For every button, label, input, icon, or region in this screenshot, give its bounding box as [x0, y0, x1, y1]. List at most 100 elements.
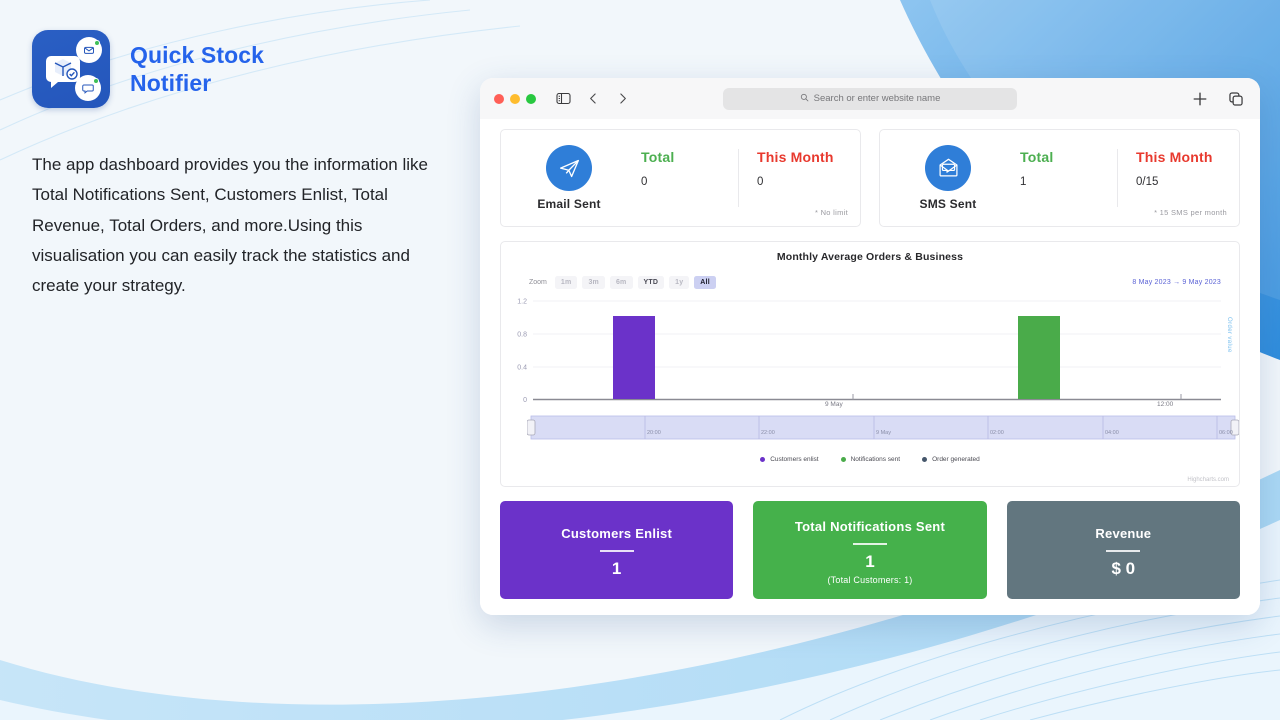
legend-dot-icon — [840, 457, 846, 462]
legend-item-order-generated[interactable]: Order generated — [922, 456, 980, 463]
copy-tabs-icon[interactable] — [1226, 89, 1246, 109]
zoom-button-1m[interactable]: 1m — [554, 276, 578, 289]
email-card-note: * No limit — [814, 208, 848, 217]
legend-dot-icon — [922, 457, 928, 462]
channel-stats-row: Email Sent Total 0 This Month 0 * No lim… — [500, 129, 1240, 227]
total-notifications-sent-card: Total Notifications Sent 1 (Total Custom… — [753, 501, 987, 599]
chevron-right-icon[interactable] — [613, 89, 631, 109]
chevron-left-icon[interactable] — [584, 89, 602, 109]
sms-total-label: Total — [1020, 149, 1054, 165]
legend-label: Order generated — [932, 456, 980, 463]
browser-titlebar: Search or enter website name — [480, 78, 1260, 119]
revenue-card: Revenue $ 0 — [1006, 501, 1240, 599]
sms-card-note: * 15 SMS per month — [1154, 208, 1227, 217]
email-card-label: Email Sent — [537, 197, 601, 211]
browser-window: Search or enter website name Email Sent … — [480, 78, 1260, 615]
legend-item-notifications-sent[interactable]: Notifications sent — [840, 456, 901, 463]
sms-card-values: Total 1 This Month 0/15 — [1002, 149, 1233, 207]
sms-total-value: 1 — [1020, 176, 1027, 188]
sms-month-value: 0/15 — [1136, 176, 1159, 188]
address-bar[interactable]: Search or enter website name — [723, 87, 1017, 110]
chart-navigator[interactable]: 20:00 22:00 9 May 02:00 04:00 06:00 — [526, 413, 1240, 443]
chart-date-range[interactable]: 8 May 2023 → 9 May 2023 — [1132, 279, 1221, 286]
dashboard-viewport: Email Sent Total 0 This Month 0 * No lim… — [480, 119, 1260, 615]
email-month-label: This Month — [757, 149, 834, 165]
brand: Quick Stock Notifier — [32, 30, 432, 108]
chart-y-axis-title: Order value — [1226, 317, 1232, 353]
search-icon — [800, 93, 809, 105]
legend-label: Notifications sent — [850, 456, 901, 463]
zoom-button-3m[interactable]: 3m — [582, 276, 605, 289]
navigator-tick-5: 06:00 — [1219, 430, 1233, 436]
summary-metrics-row: Customers Enlist 1 Total Notifications S… — [500, 501, 1240, 599]
svg-text:0.8: 0.8 — [517, 332, 527, 339]
zoom-button-all[interactable]: All — [694, 276, 716, 289]
maximize-window-button[interactable] — [526, 93, 536, 104]
sms-total-col: Total 1 — [1002, 149, 1117, 207]
email-month-col: This Month 0 — [738, 149, 854, 207]
zoom-button-6m[interactable]: 6m — [609, 276, 633, 289]
sms-bubble-icon — [75, 75, 101, 101]
chart-x-tick-1: 12:00 — [1157, 401, 1174, 408]
chart-x-tick-0: 9 May — [825, 401, 843, 408]
sms-month-label: This Month — [1136, 149, 1213, 165]
status-dot — [94, 40, 100, 46]
navigator-tick-1: 22:00 — [761, 430, 775, 436]
app-logo — [32, 30, 110, 108]
navigator-tick-4: 04:00 — [1105, 430, 1119, 436]
email-sent-card: Email Sent Total 0 This Month 0 * No lim… — [500, 129, 861, 227]
bar-notifications-sent — [1018, 316, 1060, 399]
total-notifications-value: 1 — [865, 552, 875, 571]
window-controls[interactable] — [494, 93, 536, 104]
envelope-message-icon — [925, 145, 971, 191]
divider — [1106, 549, 1141, 552]
brand-title-line2: Notifier — [130, 70, 212, 96]
orders-business-chart: Monthly Average Orders & Business Zoom 1… — [500, 241, 1240, 487]
titlebar-actions — [1190, 89, 1246, 109]
navigator-svg[interactable] — [526, 413, 1240, 443]
chart-plot-svg: 1.2 0.8 0.4 0 — [517, 299, 1221, 403]
brand-title: Quick Stock Notifier — [130, 41, 264, 97]
zoom-label: Zoom — [529, 279, 547, 286]
legend-label: Customers enlist — [770, 456, 819, 463]
navigator-tick-0: 20:00 — [647, 430, 661, 436]
zoom-button-1y[interactable]: 1y — [669, 276, 690, 289]
chart-range-selector: Zoom 1m 3m 6m YTD 1y All 8 May 2023 → 9 … — [509, 276, 1231, 289]
total-notifications-title: Total Notifications Sent — [794, 519, 946, 534]
email-total-value: 0 — [641, 176, 648, 188]
sidebar-toggle-icon[interactable] — [553, 89, 573, 109]
customers-enlist-card: Customers Enlist 1 — [500, 501, 734, 599]
email-card-values: Total 0 This Month 0 — [623, 149, 854, 207]
chart-credits[interactable]: Highcharts.com — [1187, 477, 1229, 483]
sms-card-identity: SMS Sent — [894, 145, 1002, 211]
revenue-title: Revenue — [1095, 525, 1152, 541]
email-total-col: Total 0 — [623, 149, 738, 207]
customers-enlist-value: 1 — [611, 558, 622, 578]
navigator-tick-3: 02:00 — [990, 430, 1004, 436]
revenue-value: $ 0 — [1111, 558, 1136, 578]
sms-month-col: This Month 0/15 — [1117, 149, 1233, 207]
email-bubble-icon — [76, 37, 102, 63]
intro-paragraph: The app dashboard provides you the infor… — [32, 155, 428, 295]
svg-text:0: 0 — [523, 397, 527, 403]
sms-card-label: SMS Sent — [919, 197, 977, 211]
total-notifications-subtext: (Total Customers: 1) — [827, 575, 913, 585]
email-total-label: Total — [641, 149, 675, 165]
paper-plane-icon — [546, 145, 592, 191]
chart-legend: Customers enlist Notifications sent Orde… — [509, 456, 1231, 463]
navigator-handle-left — [526, 419, 536, 436]
minimize-window-button[interactable] — [510, 93, 520, 104]
zoom-button-ytd[interactable]: YTD — [637, 276, 665, 289]
plus-icon[interactable] — [1190, 89, 1210, 109]
navigator-tick-2: 9 May — [876, 430, 891, 436]
legend-dot-icon — [760, 457, 766, 462]
address-bar-placeholder: Search or enter website name — [813, 93, 941, 104]
divider — [599, 549, 634, 552]
legend-item-customers-enlist[interactable]: Customers enlist — [760, 456, 819, 463]
svg-text:0.4: 0.4 — [517, 365, 527, 372]
divider — [852, 543, 887, 545]
status-dot — [93, 78, 99, 84]
email-card-identity: Email Sent — [515, 145, 623, 211]
close-window-button[interactable] — [494, 93, 504, 104]
brand-title-line1: Quick Stock — [130, 41, 265, 68]
